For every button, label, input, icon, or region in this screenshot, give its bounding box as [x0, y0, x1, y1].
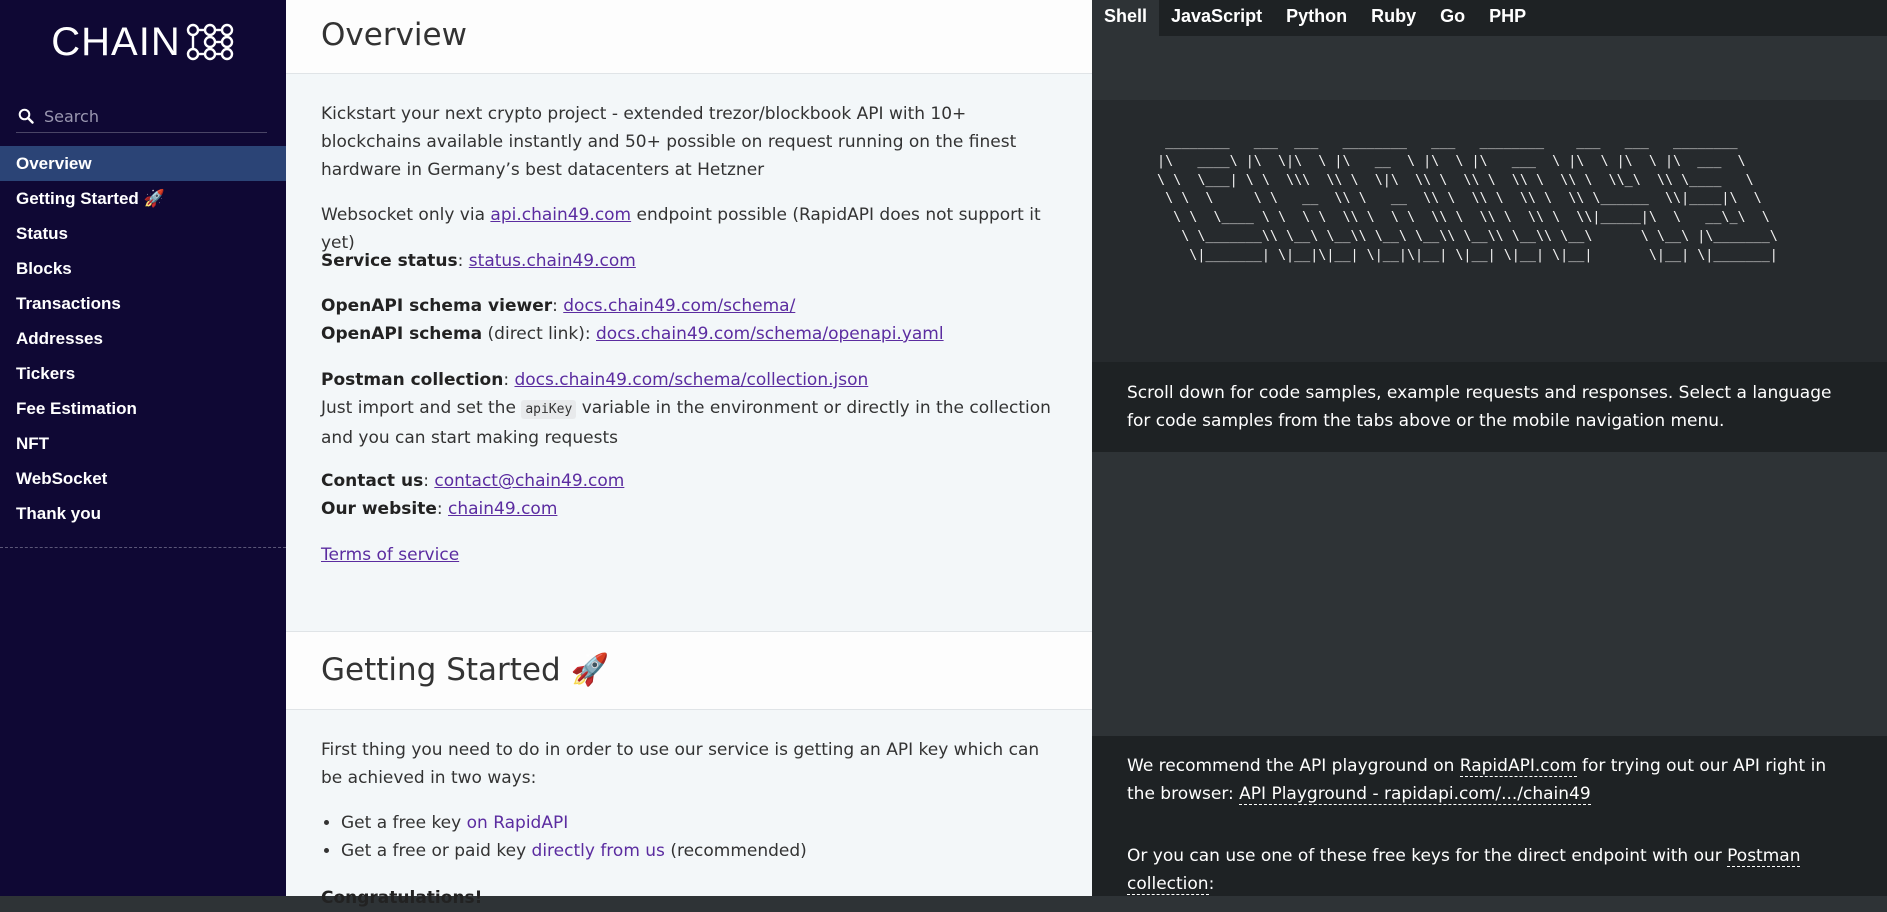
section-title-getting-started: Getting Started 🚀 [321, 652, 610, 688]
tab-ruby[interactable]: Ruby [1359, 0, 1428, 36]
websocket-prefix: Websocket only via [321, 205, 491, 225]
api-key-options: Get a free key on RapidAPI Get a free or… [321, 809, 807, 865]
websocket-link[interactable]: api.chain49.com [490, 205, 631, 225]
service-status: Service status: status.chain49.com [321, 251, 636, 271]
postman-section: Postman collection: docs.chain49.com/sch… [321, 370, 1051, 448]
direct-key-link[interactable]: directly from us [532, 841, 665, 861]
sidebar-item-addresses[interactable]: Addresses [0, 321, 286, 356]
postman-link[interactable]: docs.chain49.com/schema/collection.json [514, 370, 868, 390]
bullet1-prefix: Get a free key [341, 813, 467, 833]
search-icon [16, 106, 36, 126]
tab-go[interactable]: Go [1428, 0, 1477, 36]
bullet2-suffix: (recommended) [664, 841, 807, 861]
ascii-art-block: ________ ___ ___ ________ ___ ________ _… [1092, 100, 1887, 362]
status-label: Service status [321, 251, 458, 271]
schema-link[interactable]: docs.chain49.com/schema/openapi.yaml [596, 324, 944, 344]
getting-started-header: Getting Started 🚀 [286, 631, 1092, 710]
status-link[interactable]: status.chain49.com [469, 251, 636, 271]
page-title: Overview [321, 17, 467, 53]
code-samples-text: Scroll down for code samples, example re… [1127, 383, 1832, 431]
getting-started-intro: First thing you need to do in order to u… [321, 740, 1040, 788]
playground-text: We recommend the API playground on Rapid… [1127, 752, 1857, 808]
import-prefix: Just import and set the [321, 398, 522, 418]
playground-prefix: We recommend the API playground on [1127, 756, 1460, 776]
sidebar-nav: Overview Getting Started 🚀 Status Blocks… [0, 146, 286, 531]
sidebar-item-overview[interactable]: Overview [0, 146, 286, 181]
list-item: Get a free key on RapidAPI [341, 809, 807, 837]
contact-link[interactable]: contact@chain49.com [434, 471, 624, 491]
overview-intro: Kickstart your next crypto project - ext… [321, 104, 1017, 180]
logo-text: CHAIN [51, 19, 181, 64]
sidebar-item-blocks[interactable]: Blocks [0, 251, 286, 286]
schema-viewer-link[interactable]: docs.chain49.com/schema/ [563, 296, 795, 316]
code-panel: Shell JavaScript Python Ruby Go PHP ____… [1092, 0, 1887, 896]
website-link[interactable]: chain49.com [448, 499, 557, 519]
congratulations-heading: Congratulations! [321, 888, 483, 908]
sidebar-item-nft[interactable]: NFT [0, 426, 286, 461]
sidebar-divider [0, 547, 286, 548]
free-keys-suffix: : [1208, 874, 1215, 894]
logo[interactable]: CHAIN [0, 14, 286, 70]
terms-section: Terms of service [321, 541, 1061, 569]
main-content: Overview Kickstart your next crypto proj… [286, 0, 1092, 908]
chain-logo-icon [186, 23, 233, 61]
free-keys-prefix: Or you can use one of these free keys fo… [1127, 846, 1728, 866]
website-label: Our website [321, 499, 437, 519]
tab-python[interactable]: Python [1274, 0, 1359, 36]
free-keys-text: Or you can use one of these free keys fo… [1127, 842, 1857, 898]
sidebar-item-getting-started[interactable]: Getting Started 🚀 [0, 181, 286, 216]
contact-label: Contact us [321, 471, 424, 491]
api-key-code: apiKey [521, 400, 577, 419]
sidebar-item-tickers[interactable]: Tickers [0, 356, 286, 391]
playground-note: We recommend the API playground on Rapid… [1092, 736, 1887, 896]
tab-shell[interactable]: Shell [1092, 0, 1160, 36]
contact-section: Contact us: contact@chain49.com Our webs… [321, 471, 625, 519]
rapidapi-com-link[interactable]: RapidAPI.com [1459, 756, 1577, 777]
schema-label: OpenAPI schema [321, 324, 483, 344]
postman-label: Postman collection [321, 370, 504, 390]
sidebar: CHAIN Overview Getting Started 🚀 Status … [0, 0, 286, 896]
overview-header: Overview [286, 0, 1092, 74]
tab-javascript[interactable]: JavaScript [1159, 0, 1274, 36]
search-box[interactable] [16, 100, 267, 133]
code-samples-note: Scroll down for code samples, example re… [1092, 362, 1887, 452]
list-item: Get a free or paid key directly from us … [341, 837, 807, 865]
ascii-art-logo: ________ ___ ___ ________ ___ ________ _… [1157, 135, 1778, 263]
api-playground-link[interactable]: API Playground - rapidapi.com/.../chain4… [1239, 784, 1591, 805]
schema-note: (direct link): [482, 324, 597, 344]
sidebar-item-transactions[interactable]: Transactions [0, 286, 286, 321]
tab-php[interactable]: PHP [1477, 0, 1538, 36]
bullet2-prefix: Get a free or paid key [341, 841, 532, 861]
sidebar-item-fee-estimation[interactable]: Fee Estimation [0, 391, 286, 426]
sidebar-item-thank-you[interactable]: Thank you [0, 496, 286, 531]
schema-links: OpenAPI schema viewer: docs.chain49.com/… [321, 296, 944, 344]
search-input[interactable] [42, 105, 266, 127]
sidebar-item-websocket[interactable]: WebSocket [0, 461, 286, 496]
terms-link[interactable]: Terms of service [321, 545, 459, 565]
rapidapi-link[interactable]: on RapidAPI [467, 813, 569, 833]
language-tabs: Shell JavaScript Python Ruby Go PHP [1092, 0, 1887, 36]
sidebar-item-status[interactable]: Status [0, 216, 286, 251]
schema-viewer-label: OpenAPI schema viewer [321, 296, 553, 316]
